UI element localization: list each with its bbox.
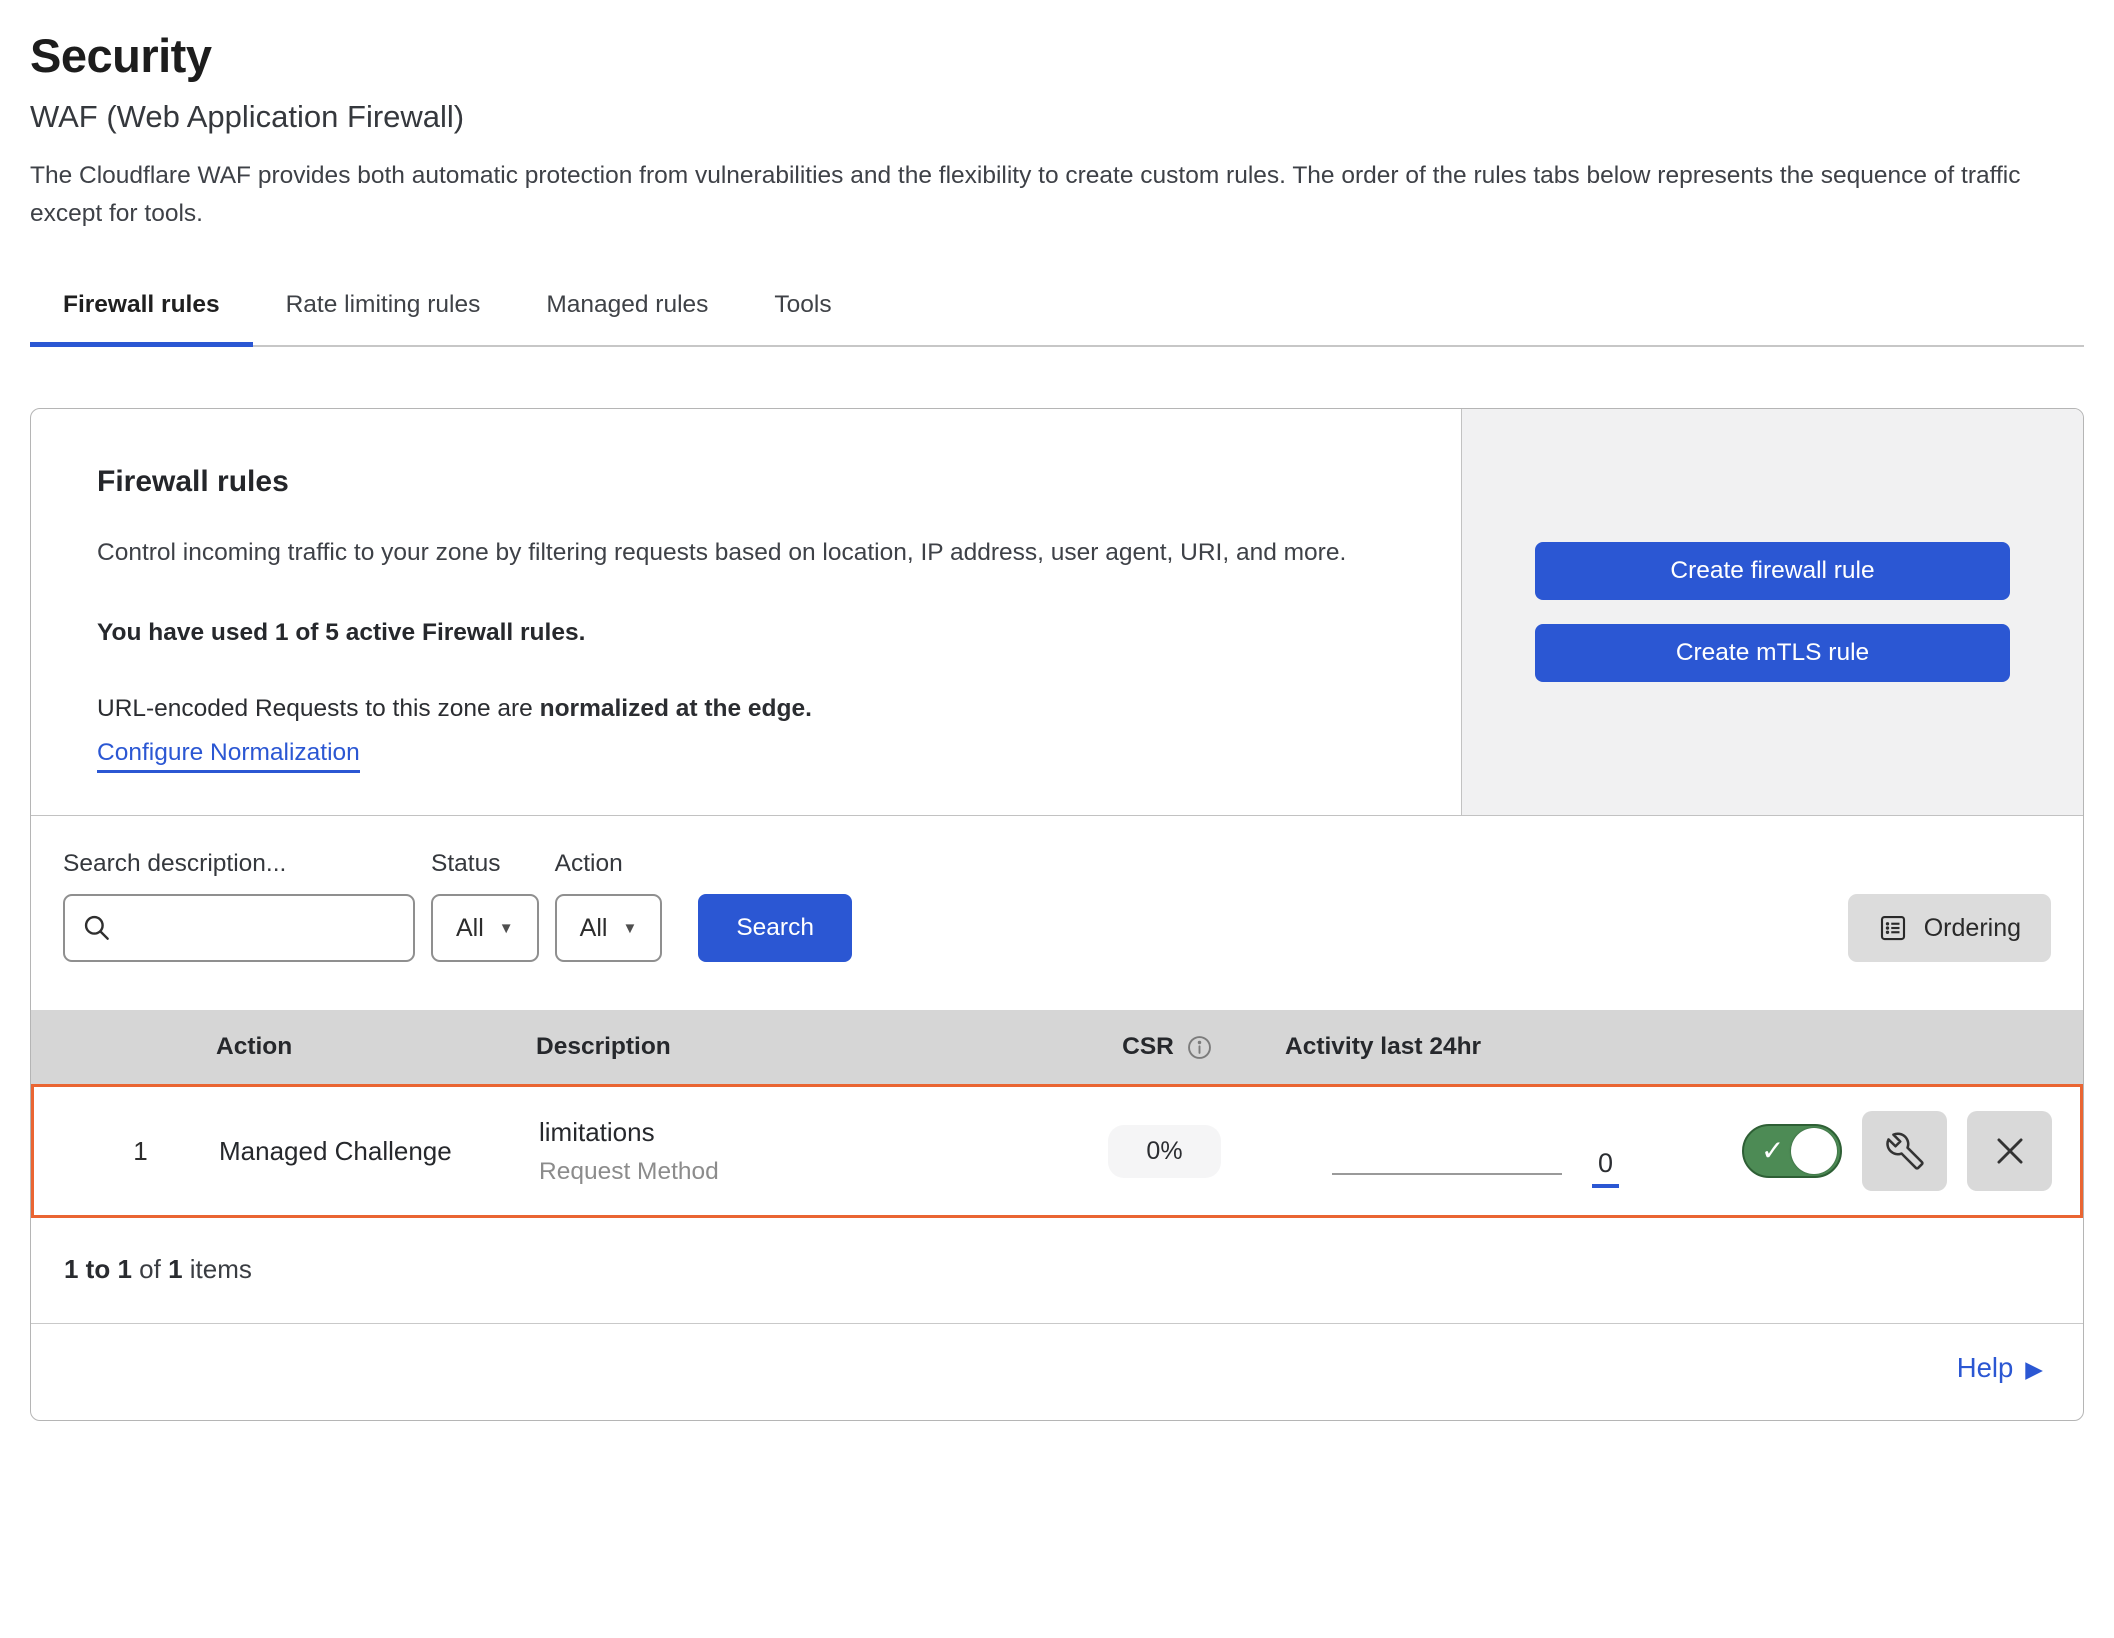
info-icon[interactable] bbox=[1186, 1034, 1213, 1061]
status-select[interactable]: All ▼ bbox=[431, 894, 539, 962]
activity-cell: 0 bbox=[1257, 1148, 1712, 1188]
help-link-label: Help bbox=[1957, 1352, 2014, 1383]
actions-side-panel: Create firewall rule Create mTLS rule bbox=[1461, 409, 2083, 815]
status-select-value: All bbox=[456, 914, 484, 943]
rule-enabled-toggle[interactable]: ✓ bbox=[1742, 1124, 1842, 1178]
pagination-items: items bbox=[190, 1254, 252, 1284]
activity-count-link[interactable]: 0 bbox=[1592, 1148, 1619, 1188]
action-label: Action bbox=[555, 850, 663, 878]
table-header-row: Action Description CSR Activity last 24h… bbox=[31, 1010, 2083, 1084]
firewall-rules-info: Firewall rules Control incoming traffic … bbox=[31, 409, 1461, 815]
tab-firewall-rules[interactable]: Firewall rules bbox=[30, 277, 253, 345]
rule-description: limitations bbox=[539, 1117, 1072, 1148]
create-mtls-rule-button[interactable]: Create mTLS rule bbox=[1535, 624, 2010, 682]
firewall-rules-card: Firewall rules Control incoming traffic … bbox=[30, 408, 2084, 1421]
activity-sparkline bbox=[1332, 1173, 1562, 1175]
header-activity: Activity last 24hr bbox=[1260, 1033, 1715, 1061]
check-icon: ✓ bbox=[1761, 1137, 1784, 1165]
action-select-value: All bbox=[580, 914, 608, 943]
status-filter-group: Status All ▼ bbox=[431, 850, 539, 962]
panel-title: Firewall rules bbox=[97, 465, 1395, 499]
ordering-button-label: Ordering bbox=[1924, 914, 2021, 943]
header-csr-label: CSR bbox=[1122, 1033, 1174, 1061]
search-group: Search description... bbox=[63, 850, 415, 962]
status-label: Status bbox=[431, 850, 539, 878]
search-button[interactable]: Search bbox=[698, 894, 852, 962]
help-link[interactable]: Help ▶ bbox=[1957, 1352, 2043, 1383]
ordering-list-icon bbox=[1878, 913, 1908, 943]
arrow-right-icon: ▶ bbox=[2025, 1356, 2043, 1382]
chevron-down-icon: ▼ bbox=[499, 921, 514, 936]
search-icon bbox=[81, 912, 113, 944]
pagination-summary: 1 to 1 of 1 items bbox=[31, 1218, 2083, 1323]
rule-priority: 1 bbox=[34, 1136, 219, 1167]
pagination-of: of bbox=[139, 1254, 161, 1284]
tab-tools[interactable]: Tools bbox=[741, 277, 864, 345]
tab-managed-rules[interactable]: Managed rules bbox=[513, 277, 741, 345]
action-select[interactable]: All ▼ bbox=[555, 894, 663, 962]
page-title: Security bbox=[30, 28, 2084, 83]
pagination-total: 1 bbox=[168, 1254, 182, 1284]
normalization-bold: normalized at the edge. bbox=[540, 695, 812, 722]
search-box bbox=[63, 894, 415, 962]
normalization-note: URL-encoded Requests to this zone are no… bbox=[97, 695, 1395, 723]
chevron-down-icon: ▼ bbox=[622, 921, 637, 936]
csr-badge: 0% bbox=[1108, 1125, 1220, 1178]
normalization-text: URL-encoded Requests to this zone are bbox=[97, 695, 540, 722]
tab-rate-limiting-rules[interactable]: Rate limiting rules bbox=[253, 277, 514, 345]
filter-bar: Search description... Status All ▼ bbox=[31, 816, 2083, 1010]
close-icon bbox=[1991, 1132, 2029, 1170]
rule-description-cell: limitations Request Method bbox=[539, 1117, 1072, 1186]
ordering-button[interactable]: Ordering bbox=[1848, 894, 2051, 962]
usage-summary: You have used 1 of 5 active Firewall rul… bbox=[97, 619, 1395, 647]
configure-normalization-link[interactable]: Configure Normalization bbox=[97, 739, 360, 773]
delete-rule-button[interactable] bbox=[1967, 1111, 2052, 1191]
action-filter-group: Action All ▼ bbox=[555, 850, 663, 962]
edit-rule-button[interactable] bbox=[1862, 1111, 1947, 1191]
pagination-range: 1 to 1 bbox=[64, 1254, 132, 1284]
toggle-knob bbox=[1791, 1128, 1837, 1174]
security-waf-page: Security WAF (Web Application Firewall) … bbox=[0, 0, 2114, 1421]
rule-controls: ✓ bbox=[1712, 1111, 2080, 1191]
header-description: Description bbox=[536, 1033, 1075, 1061]
create-firewall-rule-button[interactable]: Create firewall rule bbox=[1535, 542, 2010, 600]
card-top-section: Firewall rules Control incoming traffic … bbox=[31, 409, 2083, 816]
search-label: Search description... bbox=[63, 850, 415, 878]
search-input[interactable] bbox=[125, 913, 397, 943]
header-action: Action bbox=[216, 1033, 536, 1061]
page-description: The Cloudflare WAF provides both automat… bbox=[30, 157, 2082, 233]
wrench-icon bbox=[1886, 1132, 1924, 1170]
rule-description-sub: Request Method bbox=[539, 1158, 1072, 1186]
waf-tab-bar: Firewall rules Rate limiting rules Manag… bbox=[30, 277, 2084, 347]
panel-description: Control incoming traffic to your zone by… bbox=[97, 533, 1395, 573]
help-row: Help ▶ bbox=[31, 1323, 2083, 1420]
rule-action: Managed Challenge bbox=[219, 1136, 539, 1167]
header-csr: CSR bbox=[1122, 1033, 1213, 1061]
page-subtitle: WAF (Web Application Firewall) bbox=[30, 99, 2084, 135]
table-row: 1 Managed Challenge limitations Request … bbox=[31, 1084, 2083, 1218]
